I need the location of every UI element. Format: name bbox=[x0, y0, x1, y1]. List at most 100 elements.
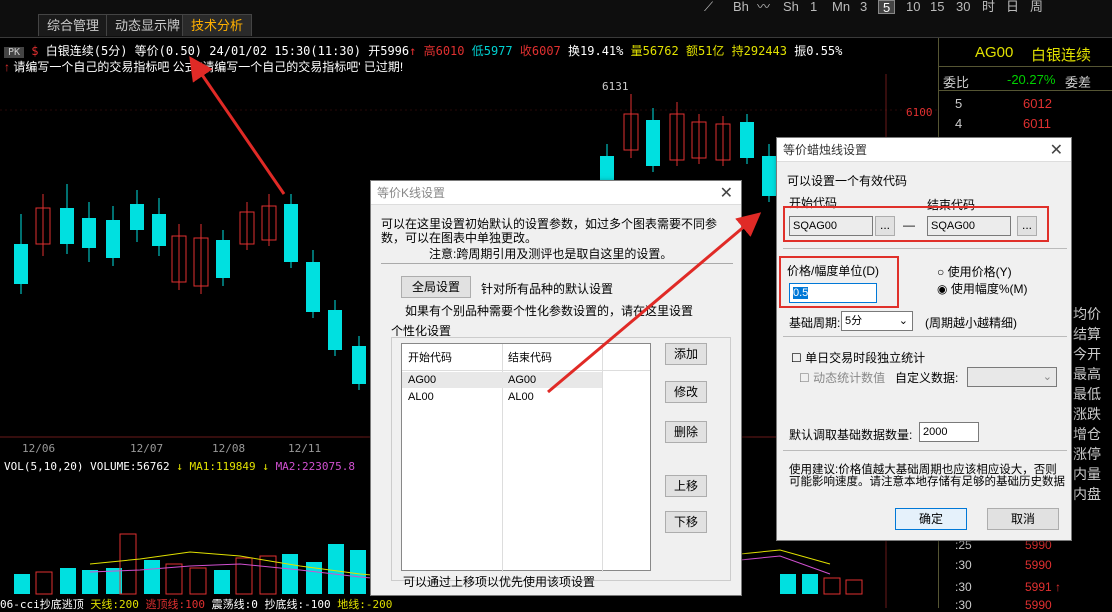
checkbox-icon: ☐ bbox=[791, 351, 802, 365]
dialog-title: 等价K线设置 bbox=[371, 181, 741, 205]
field-label: 涨跌 bbox=[1073, 406, 1101, 422]
column-header-end[interactable]: 结束代码 bbox=[508, 350, 552, 366]
tab-overview[interactable]: 综合管理 bbox=[38, 14, 109, 36]
period-15[interactable]: 15 bbox=[930, 0, 944, 14]
candle-body bbox=[352, 346, 366, 384]
equal-price-kline-dialog: 等价K线设置 ✕ 可以在这里设置初始默认的设置参数，如过多个图表需要不同参数，可… bbox=[370, 180, 742, 596]
column-header-start[interactable]: 开始代码 bbox=[408, 350, 452, 366]
period-day[interactable]: 日 bbox=[1006, 0, 1019, 14]
row-end-code[interactable]: AL00 bbox=[508, 389, 534, 405]
volume-bar bbox=[780, 574, 796, 594]
cci-escape-line: 逃顶线:100 bbox=[145, 598, 206, 611]
candle-body bbox=[106, 220, 120, 258]
volume-bar bbox=[350, 550, 366, 594]
start-code-input[interactable]: SQAG00 bbox=[789, 216, 873, 236]
description-text: 可以在这里设置初始默认的设置参数，如过多个图表需要不同参数，可以在图表中单独更改… bbox=[381, 217, 718, 245]
move-up-button[interactable]: 上移 bbox=[665, 475, 707, 497]
radio-on-icon: ◉ bbox=[937, 282, 948, 296]
date-label: 12/08 bbox=[212, 442, 246, 455]
pk-badge[interactable]: PK bbox=[4, 47, 25, 58]
panel-name: 白银连续 bbox=[1031, 47, 1092, 64]
panel-code: AG00 bbox=[975, 44, 1014, 61]
volume-bar bbox=[235, 557, 253, 595]
ask-price: 6011 bbox=[1023, 116, 1051, 131]
volume: 量56762 bbox=[630, 44, 679, 58]
delete-button[interactable]: 删除 bbox=[665, 421, 707, 443]
base-period-value: 5分 bbox=[845, 315, 863, 327]
period-10[interactable]: 10 bbox=[906, 0, 920, 14]
use-amplitude-radio[interactable]: ◉ 使用幅度%(M) bbox=[937, 280, 1028, 297]
cci-oscillation-line: 震荡线:0 bbox=[211, 598, 258, 611]
cci-ground-line: 地线:-200 bbox=[337, 598, 393, 611]
candle-body bbox=[14, 244, 28, 284]
unit-value: 0.5 bbox=[793, 287, 809, 299]
global-settings-button[interactable]: 全局设置 bbox=[401, 276, 471, 298]
add-button[interactable]: 添加 bbox=[665, 343, 707, 365]
price-axis-label: 6100 bbox=[906, 106, 933, 119]
close-icon[interactable]: ✕ bbox=[720, 183, 733, 203]
period-bh[interactable]: Bh bbox=[733, 0, 749, 14]
volume-bar bbox=[165, 563, 183, 595]
volume-bar bbox=[119, 533, 137, 595]
weibi-value: -20.27% bbox=[1007, 72, 1056, 87]
dialog-note: 注意:跨周期引用及测评也是取自这里的设置。 bbox=[429, 247, 673, 261]
tick-time: :30 bbox=[955, 558, 972, 572]
edit-button[interactable]: 修改 bbox=[665, 381, 707, 403]
candle-body bbox=[328, 310, 342, 350]
default-count-input[interactable]: 2000 bbox=[919, 422, 979, 442]
volume-bar bbox=[802, 574, 818, 594]
personal-settings-list[interactable]: 开始代码 结束代码 AG00 AG00 AL00 AL00 bbox=[401, 343, 651, 572]
tick-price: 5990 bbox=[1025, 598, 1052, 612]
row-start-code: AG00 bbox=[408, 374, 437, 386]
volume-bar bbox=[35, 571, 53, 595]
intraday-checkbox[interactable]: ☐ 单日交易时段独立统计 bbox=[791, 349, 925, 366]
tick-price: 5991 ↑ bbox=[1025, 580, 1062, 594]
quote-info-line: PK $ 白银连续(5分) 等价(0.50) 24/01/02 15:30(11… bbox=[4, 42, 842, 58]
dynamic-checkbox[interactable]: ☐ 动态统计数值 bbox=[799, 369, 885, 386]
field-label: 内量 bbox=[1073, 466, 1101, 482]
period-sh[interactable]: Sh bbox=[783, 0, 799, 14]
drawing-tool-icon[interactable]: ⟋ bbox=[704, 0, 713, 14]
base-period-label: 基础周期: bbox=[789, 316, 841, 330]
line-chart-icon[interactable]: 〰 bbox=[757, 0, 770, 14]
field-label: 内盘 bbox=[1073, 486, 1101, 502]
custom-data-select[interactable]: ⌄ bbox=[967, 367, 1057, 387]
dynamic-label: 动态统计数值 bbox=[813, 371, 886, 385]
close-icon[interactable]: ✕ bbox=[1050, 140, 1063, 160]
period-5[interactable]: 5 bbox=[878, 0, 896, 15]
period-week[interactable]: 周 bbox=[1030, 0, 1043, 14]
candle-body bbox=[60, 208, 74, 244]
date-label: 12/11 bbox=[288, 442, 322, 455]
use-price-radio[interactable]: ○ 使用价格(Y) bbox=[937, 263, 1012, 280]
period-1[interactable]: 1 bbox=[810, 0, 817, 14]
volume-bar bbox=[144, 560, 160, 594]
base-period-select[interactable]: 5分 ⌄ bbox=[841, 311, 913, 331]
move-down-button[interactable]: 下移 bbox=[665, 511, 707, 533]
row-start-code[interactable]: AL00 bbox=[408, 389, 434, 405]
period-30[interactable]: 30 bbox=[956, 0, 970, 14]
amount: 额51亿 bbox=[685, 44, 725, 58]
checkbox-icon: ☐ bbox=[799, 371, 810, 385]
ok-button[interactable]: 确定 bbox=[895, 508, 967, 530]
end-code-browse-button[interactable]: ... bbox=[1017, 216, 1037, 236]
period-hour[interactable]: 时 bbox=[982, 0, 995, 14]
tab-technical-analysis[interactable]: 技术分析 bbox=[182, 14, 253, 36]
peak-price-label: 6131 bbox=[602, 80, 629, 93]
unit-input[interactable]: 0.5 bbox=[789, 283, 877, 303]
symbol-name: 白银连续(5分) bbox=[45, 44, 128, 58]
field-label: 结算 bbox=[1073, 326, 1101, 342]
period-3[interactable]: 3 bbox=[860, 0, 867, 14]
end-code-input[interactable]: SQAG00 bbox=[927, 216, 1011, 236]
cancel-button[interactable]: 取消 bbox=[987, 508, 1059, 530]
ma2-label: MA2:223075.8 bbox=[275, 460, 356, 473]
weibi-label: 委比 bbox=[943, 75, 970, 90]
warning-text: 请编写一个自己的交易指标吧 公式 '请编写一个自己的交易指标吧' 已过期! bbox=[13, 60, 404, 74]
tab-dynamic-board[interactable]: 动态显示牌 bbox=[106, 14, 190, 36]
field-label: 均价 bbox=[1073, 306, 1101, 322]
volume-bar bbox=[845, 579, 863, 595]
open-interest: 持292443 bbox=[731, 44, 788, 58]
start-code-browse-button[interactable]: ... bbox=[875, 216, 895, 236]
vol-label: VOL(5,10,20) VOLUME:56762 bbox=[4, 460, 170, 473]
footer-note: 可以通过上移项以优先使用该项设置 bbox=[403, 575, 596, 589]
period-mn[interactable]: Mn bbox=[832, 0, 850, 14]
